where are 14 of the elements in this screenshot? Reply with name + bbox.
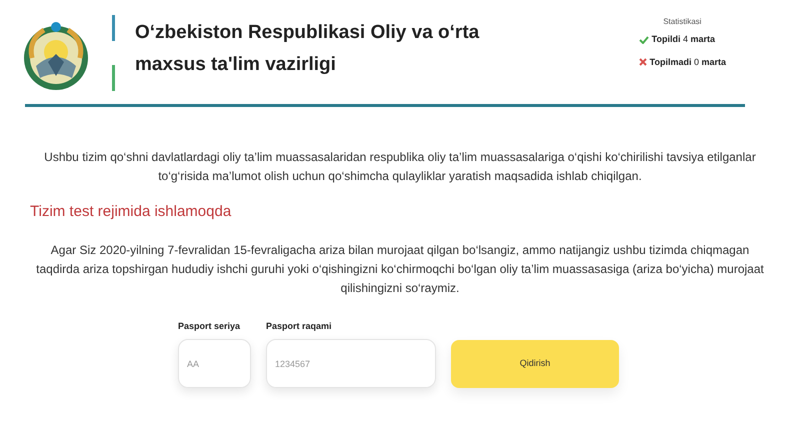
input-field[interactable]: AA [178, 339, 251, 388]
intro-paragraph: Ushbu tizim qo‘shni davlatlardagi oliy ta’lim muassasalaridan respublika oliy ta’lim muassasalariga o‘qishi ko‘chirilishi tavsiya etilganlar to‘g‘risida ma’lumot olish uchun qo‘shimcha qulayliklar yaratish maqsadida ishlab chiqilgan. [43, 149, 757, 185]
search-button[interactable]: Qidirish [451, 340, 619, 388]
input-field[interactable]: 1234567 [266, 339, 436, 388]
stats-count: Topildi 4 marta [652, 33, 715, 46]
stats-count: Topilmadi 0 marta [650, 56, 726, 69]
ministry-title: O‘zbekiston Respublikasi Oliy va o‘rta maxsus ta'lim vazirligi [135, 21, 480, 77]
instructions-paragraph: Agar Siz 2020-yilning 7-fevralidan 15-fevraligacha ariza bilan murojaat qilgan bo‘lsangiz, ammo natijangiz ushbu tizimda chiqmagan taqdirda ariza topshirgan hududiy ishchi guruhi yoki o‘qishingizni ko‘chirmoqchi bo‘lgan oliy ta’lim muassasasiga (ariza bo‘yicha) murojaat qilishingizni so‘raymiz. [35, 242, 765, 296]
cross-icon [638, 58, 647, 66]
field-label: Pasport raqami [266, 320, 333, 333]
test-mode-notice: Tizim test rejimida ishlamoqda [30, 202, 232, 222]
stats-title: Statistikasi [663, 16, 702, 28]
check-icon [638, 36, 649, 44]
field-label: Pasport seriya [178, 320, 242, 333]
